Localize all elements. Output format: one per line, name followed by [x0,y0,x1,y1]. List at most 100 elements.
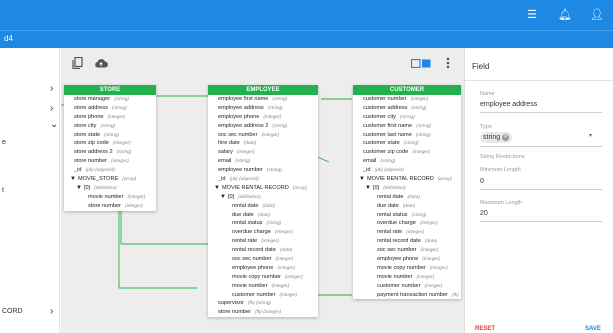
field-row[interactable]: store address 2 (string) [64,148,156,157]
field-row[interactable]: store manager (string) [64,95,156,104]
field-row[interactable]: overdue charge (integer) [208,228,318,237]
field-row[interactable]: store number (fk) (integer) [208,308,318,317]
expand-toggle-icon[interactable]: ▼ [220,194,226,200]
list-view-icon[interactable]: ☰ [527,8,537,22]
field-row[interactable]: soc sec number (integer) [208,131,318,140]
field-row[interactable]: customer address (string) [353,104,461,113]
field-row[interactable]: supervisor (fk) (string) [208,299,318,308]
nav-item-5[interactable]: t [0,184,60,200]
field-row[interactable]: _id (pk) (objectid) [353,166,461,175]
field-row[interactable]: employee number (string) [208,166,318,175]
expand-toggle-icon[interactable]: ▼ [214,185,220,191]
field-row[interactable]: store number (integer) [64,157,156,166]
field-row[interactable]: movie copy number (integer) [208,273,318,282]
field-row[interactable]: rental date (date) [208,202,318,211]
breadcrumb[interactable]: d4 [4,34,13,43]
nav-item-2[interactable]: › [0,102,60,118]
table-employee[interactable]: EMPLOYEE employee first name (string) emplo… [208,85,318,318]
field-row[interactable]: customer state (string) [353,139,461,148]
expand-toggle-icon[interactable]: ▼ [70,176,76,182]
field-row[interactable]: store phone (integer) [64,113,156,122]
table-customer[interactable]: CUSTOMER customer number (integer) customer… [353,85,461,300]
nav-item-1[interactable]: › [0,82,60,98]
field-row[interactable]: soc sec number (integer) [353,246,461,255]
field-row[interactable]: email (string) [208,157,318,166]
field-row[interactable]: employee phone (integer) [208,264,318,273]
field-row[interactable]: rental rate (integer) [208,237,318,246]
field-row[interactable]: customer first name (string) [353,122,461,131]
field-name: customer zip code [363,149,409,156]
field-type: (integer) [422,257,441,263]
max-length-input[interactable]: 20 [480,210,488,217]
diagram-canvas[interactable]: STORE store manager (string) store address(… [61,48,464,333]
field-row[interactable]: rental rate (integer) [353,228,461,237]
table-header[interactable]: EMPLOYEE [208,85,318,95]
field-row[interactable]: store zip code (integer) [64,139,156,148]
field-row[interactable]: store number (integer) [64,202,156,211]
field-row[interactable]: rental status (string) [353,211,461,220]
reset-button[interactable]: RESET [475,326,495,332]
save-button[interactable]: SAVE [585,326,601,332]
field-row[interactable]: movie number (integer) [64,193,156,202]
field-row[interactable]: due date (date) [208,211,318,220]
field-row[interactable]: customer last name (string) [353,131,461,140]
field-row[interactable]: ▼ MOVIE RENTAL RECORD (array) [208,184,318,193]
field-row[interactable]: customer number (integer) [353,95,461,104]
expand-toggle-icon[interactable]: ▼ [76,185,82,191]
field-row[interactable]: employee first name (string) [208,95,318,104]
name-label: Name [480,91,495,97]
field-name: [0] [83,184,91,191]
field-row[interactable]: employee phone (integer) [208,113,318,122]
field-row[interactable]: store address (string) [64,104,156,113]
table-header[interactable]: CUSTOMER [353,85,461,95]
notifications-icon[interactable]: 🔔︎ [558,8,572,22]
field-row[interactable]: salary (integer) [208,148,318,157]
nav-item-6[interactable]: CORD › [0,305,60,321]
field-row[interactable]: movie copy number (integer) [353,264,461,273]
field-row[interactable]: due date (date) [353,202,461,211]
field-row[interactable]: email (string) [353,157,461,166]
field-row[interactable]: store state (string) [64,131,156,140]
field-row[interactable]: ▼ [0] (definition) [353,184,461,193]
nav-item-4[interactable]: e [0,136,60,152]
field-row[interactable]: _id (pk) (objectid) [64,166,156,175]
field-row[interactable]: payment transaction number (fk) [353,291,461,300]
field-name: rental date [232,202,259,209]
nav-item-3[interactable]: ⌄ [0,118,60,134]
field-name: soc sec number [377,247,417,254]
field-row[interactable]: _id (pk) (objectid) [208,175,318,184]
field-row[interactable]: employee address (string) [208,104,318,113]
field-row[interactable]: customer city (string) [353,113,461,122]
min-length-input[interactable]: 0 [480,178,484,185]
field-name: employee address [218,104,264,111]
field-row[interactable]: rental status (string) [208,219,318,228]
field-name: rental record date [377,238,421,245]
field-row[interactable]: customer number (integer) [353,282,461,291]
field-row[interactable]: ▼ MOVIE RENTAL RECORD (array) [353,175,461,184]
field-row[interactable]: rental record date (date) [353,237,461,246]
field-row[interactable]: overdue charge (integer) [353,219,461,228]
field-row[interactable]: ▼ MOVIE_STORE (array) [64,175,156,184]
field-row[interactable]: customer number (integer) [208,291,318,300]
field-row[interactable]: rental date (date) [353,193,461,202]
field-row[interactable]: ▼ [0] (definition) [208,193,318,202]
account-icon[interactable]: 👤︎ [590,8,604,22]
table-store[interactable]: STORE store manager (string) store address(… [64,85,156,211]
dropdown-caret-icon[interactable]: ▾ [589,132,592,139]
field-row[interactable]: movie number (integer) [208,282,318,291]
expand-toggle-icon[interactable]: ▼ [365,185,371,191]
field-row[interactable]: employee address 2 (string) [208,122,318,131]
field-row[interactable]: store city (string) [64,122,156,131]
type-chip[interactable]: string ✕ [480,132,513,143]
name-input[interactable]: employee address [480,101,537,108]
field-row[interactable]: movie number (integer) [353,273,461,282]
field-row[interactable]: soc sec number (integer) [208,255,318,264]
field-row[interactable]: employee phone (integer) [353,255,461,264]
remove-chip-icon[interactable]: ✕ [502,134,510,141]
table-header[interactable]: STORE [64,85,156,95]
field-row[interactable]: hire date (date) [208,139,318,148]
expand-toggle-icon[interactable]: ▼ [359,176,365,182]
field-row[interactable]: customer zip code (integer) [353,148,461,157]
field-row[interactable]: rental record date (date) [208,246,318,255]
field-row[interactable]: ▼ [0] (definition) [64,184,156,193]
